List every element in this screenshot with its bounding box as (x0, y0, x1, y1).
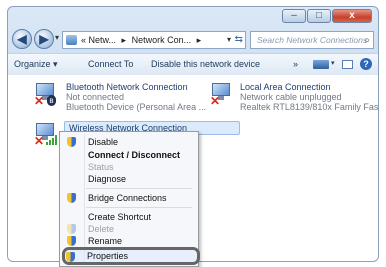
preview-pane-icon[interactable] (342, 60, 353, 69)
breadcrumb-network-connections[interactable]: Network Con... (132, 35, 192, 45)
menu-item-properties[interactable]: Properties (87, 251, 128, 261)
connection-status: Network cable unplugged (240, 92, 342, 102)
uac-shield-icon (67, 224, 76, 234)
menu-item-status[interactable]: Status (88, 162, 114, 172)
uac-shield-icon (67, 137, 76, 147)
signal-bars-icon (46, 135, 58, 145)
disconnected-x-icon: ✕ (34, 94, 45, 108)
connection-device: Realtek RTL8139/810x Family Fast... (240, 102, 379, 112)
help-icon[interactable]: ? (360, 58, 372, 70)
view-icon[interactable] (313, 60, 329, 69)
view-dropdown-icon[interactable]: ▾ (331, 59, 335, 67)
menu-item-delete[interactable]: Delete (88, 224, 114, 234)
menu-gutter (84, 134, 85, 264)
menu-item-connect-disconnect[interactable]: Connect / Disconnect (88, 150, 180, 160)
refresh-icon[interactable]: ⇆ (235, 32, 243, 48)
network-folder-icon (66, 35, 77, 45)
disable-device-button[interactable]: Disable this network device (151, 59, 260, 69)
search-input[interactable]: Search Network Connections ⌕ (250, 31, 374, 49)
minimize-button[interactable]: – (282, 9, 306, 23)
bluetooth-connection-item[interactable]: Bluetooth Network Connection Not connect… (66, 82, 206, 112)
maximize-button[interactable]: □ (307, 9, 331, 23)
breadcrumb-network[interactable]: « Netw... (81, 35, 116, 45)
uac-shield-icon (66, 252, 75, 262)
connection-name: Local Area Connection (240, 82, 331, 92)
connection-name: Bluetooth Network Connection (66, 82, 188, 92)
connect-to-button[interactable]: Connect To (88, 59, 133, 69)
connection-status: Not connected (66, 92, 125, 102)
menu-separator (86, 188, 192, 189)
bluetooth-icon: ʙ (47, 95, 56, 106)
bluetooth-connection-icon[interactable]: ✕ ʙ (34, 83, 60, 107)
forward-arrow-icon[interactable]: ▶ (34, 29, 54, 49)
recent-pages-dropdown-icon[interactable]: ▾ (55, 33, 59, 42)
uac-shield-icon (67, 236, 76, 246)
connection-device: Bluetooth Device (Personal Area ... (66, 102, 207, 112)
organize-button[interactable]: Organize ▾ (14, 59, 58, 70)
more-commands-button[interactable]: » (293, 59, 298, 69)
navigation-bar: ◀ ▶ ▾ « Netw... ▸ Network Con... ▸ ▾ ⇆ S… (12, 29, 374, 51)
properties-highlight (62, 247, 200, 265)
menu-item-bridge-connections[interactable]: Bridge Connections (88, 193, 167, 203)
local-area-connection-item[interactable]: Local Area Connection Network cable unpl… (240, 82, 379, 112)
uac-shield-icon (67, 193, 76, 203)
search-placeholder: Search Network Connections (257, 35, 368, 45)
breadcrumb-separator: ▸ (196, 35, 202, 45)
menu-item-rename[interactable]: Rename (88, 236, 122, 246)
disconnected-x-icon: ✕ (210, 94, 221, 108)
menu-item-disable[interactable]: Disable (88, 137, 118, 147)
address-dropdown-icon[interactable]: ▾ (227, 32, 231, 48)
wireless-connection-icon[interactable]: ✕ (34, 123, 60, 147)
address-bar[interactable]: « Netw... ▸ Network Con... ▸ ▾ ⇆ (62, 31, 246, 49)
close-button[interactable]: x (332, 9, 372, 23)
menu-separator (86, 207, 192, 208)
back-arrow-icon[interactable]: ◀ (12, 29, 32, 49)
breadcrumb-separator: ▸ (121, 35, 127, 45)
magnifier-icon[interactable]: ⌕ (364, 33, 370, 48)
window-controls: – □ x (281, 9, 372, 23)
menu-item-create-shortcut[interactable]: Create Shortcut (88, 212, 151, 222)
disconnected-x-icon: ✕ (34, 134, 45, 148)
menu-item-diagnose[interactable]: Diagnose (88, 174, 126, 184)
local-area-connection-icon[interactable]: ✕ (210, 83, 236, 107)
command-bar: Organize ▾ Connect To Disable this netwo… (8, 53, 378, 76)
